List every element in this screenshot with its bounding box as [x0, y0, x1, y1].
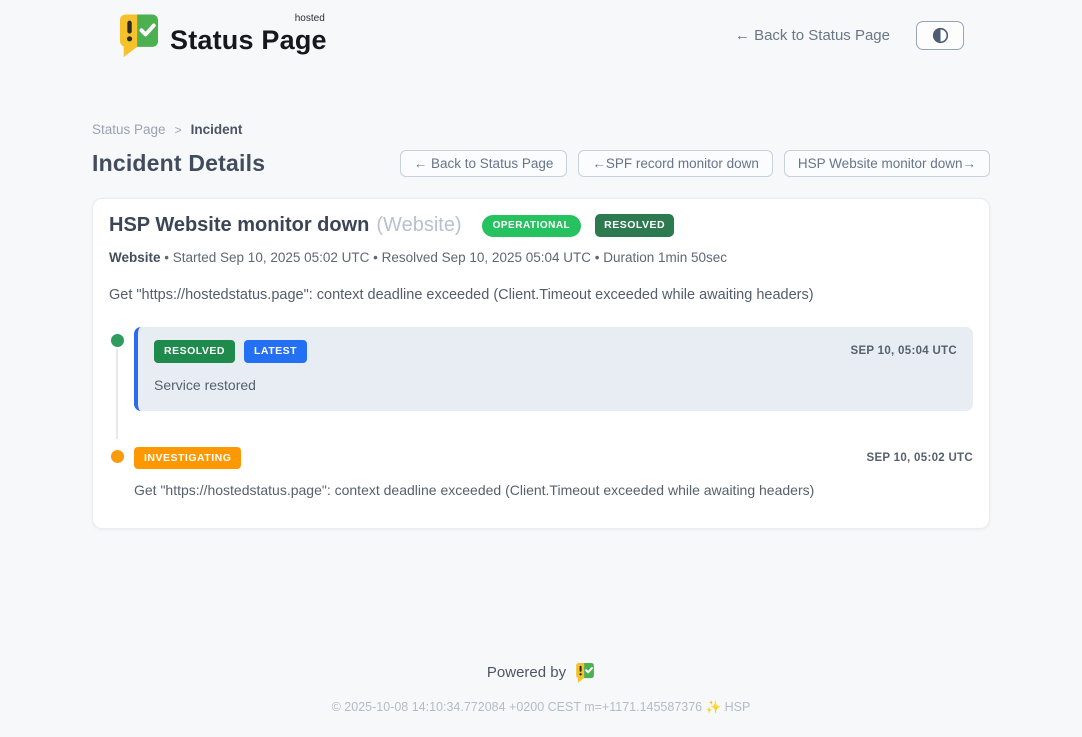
incident-timeline: RESOLVED LATEST SEP 10, 05:04 UTC Servic… — [109, 327, 973, 498]
timeline-connector-line — [116, 343, 118, 439]
incident-meta-details: • Started Sep 10, 2025 05:02 UTC • Resol… — [164, 250, 727, 265]
contrast-half-circle-icon — [932, 27, 949, 44]
prev-incident-button[interactable]: ←SPF record monitor down — [578, 150, 773, 177]
logo-superscript: hosted — [295, 13, 325, 24]
footer: Powered by © 2025-10-08 14:10:34.772084 … — [0, 662, 1082, 737]
timeline-highlight-box: RESOLVED LATEST SEP 10, 05:04 UTC Servic… — [134, 327, 973, 411]
powered-by-label: Powered by — [487, 664, 566, 681]
breadcrumb-status-page[interactable]: Status Page — [92, 122, 166, 137]
header-actions: ← Back to Status Page — [735, 21, 964, 50]
header-back-link[interactable]: ← Back to Status Page — [735, 27, 890, 44]
logo-text: Status Page — [170, 25, 327, 55]
header: hosted Status Page ← Back to Status Page — [92, 0, 990, 58]
next-incident-button[interactable]: HSP Website monitor down→ — [784, 150, 990, 177]
main-content: Status Page > Incident Incident Details … — [92, 58, 990, 529]
breadcrumb: Status Page > Incident — [92, 122, 990, 137]
heading-row: Incident Details ← Back to Status Page ←… — [92, 150, 990, 177]
breadcrumb-incident: Incident — [191, 122, 243, 137]
resolved-badge: RESOLVED — [154, 340, 235, 363]
incident-title: HSP Website monitor down — [109, 214, 369, 237]
timeline-badges: INVESTIGATING — [134, 447, 241, 470]
incident-description: Get "https://hostedstatus.page": context… — [109, 287, 973, 303]
operational-status-badge: OPERATIONAL — [482, 215, 582, 237]
timeline-timestamp: SEP 10, 05:04 UTC — [850, 345, 957, 357]
copyright-text: © 2025-10-08 14:10:34.772084 +0200 CEST … — [0, 700, 1082, 715]
incident-meta-component: Website — [109, 250, 161, 265]
page-title: Incident Details — [92, 150, 265, 177]
timeline-timestamp: SEP 10, 05:02 UTC — [866, 452, 973, 464]
incident-nav-buttons: ← Back to Status Page ←SPF record monito… — [400, 150, 990, 177]
app-logo[interactable]: hosted Status Page — [118, 12, 327, 58]
theme-toggle-button[interactable] — [916, 21, 964, 50]
incident-title-row: HSP Website monitor down (Website) OPERA… — [109, 214, 973, 237]
incident-card: HSP Website monitor down (Website) OPERA… — [92, 198, 990, 529]
timeline-dot-resolved — [109, 332, 126, 349]
timeline-dot-investigating — [109, 448, 126, 465]
resolved-state-badge: RESOLVED — [595, 214, 674, 237]
powered-by-link[interactable]: Powered by — [487, 662, 595, 683]
timeline-item-resolved: RESOLVED LATEST SEP 10, 05:04 UTC Servic… — [134, 327, 973, 411]
timeline-message: Get "https://hostedstatus.page": context… — [134, 482, 973, 498]
timeline-message: Service restored — [154, 377, 957, 393]
status-page-bubble-icon — [118, 12, 160, 58]
incident-component: (Website) — [376, 214, 461, 237]
incident-meta: Website • Started Sep 10, 2025 05:02 UTC… — [109, 250, 973, 265]
breadcrumb-separator: > — [175, 123, 182, 137]
timeline-item-investigating: INVESTIGATING SEP 10, 05:02 UTC Get "htt… — [134, 447, 973, 499]
timeline-badges: RESOLVED LATEST — [154, 340, 307, 363]
latest-badge: LATEST — [244, 340, 307, 363]
investigating-badge: INVESTIGATING — [134, 447, 241, 470]
powered-by-logo-icon — [575, 662, 595, 683]
back-to-status-page-button[interactable]: ← Back to Status Page — [400, 150, 568, 177]
